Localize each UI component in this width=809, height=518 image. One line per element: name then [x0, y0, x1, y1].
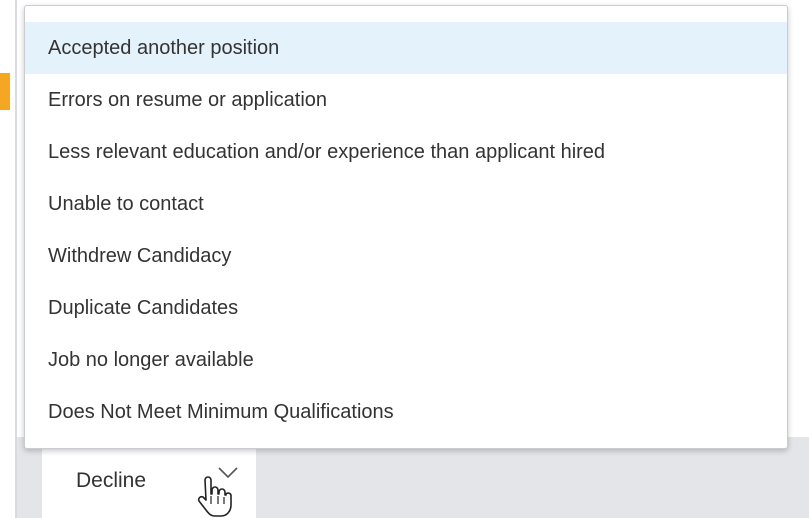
accent-marker	[0, 73, 10, 110]
dropdown-option[interactable]: Errors on resume or application	[25, 74, 787, 126]
screen: Decline Accepted another position Errors …	[0, 0, 809, 518]
hand-pointer-cursor-icon	[197, 476, 232, 517]
dropdown-option[interactable]: Unable to contact	[25, 178, 787, 230]
dropdown-option[interactable]: Duplicate Candidates	[25, 282, 787, 334]
decline-label: Decline	[76, 469, 147, 492]
dropdown-option[interactable]: Withdrew Candidacy	[25, 230, 787, 282]
dropdown-option[interactable]: Accepted another position	[25, 22, 787, 74]
decline-reason-dropdown: Accepted another position Errors on resum…	[24, 5, 788, 449]
dropdown-option[interactable]: Does Not Meet Minimum Qualifications	[25, 386, 787, 438]
dropdown-option[interactable]: Job no longer available	[25, 334, 787, 386]
dropdown-option[interactable]: Less relevant education and/or experienc…	[25, 126, 787, 178]
